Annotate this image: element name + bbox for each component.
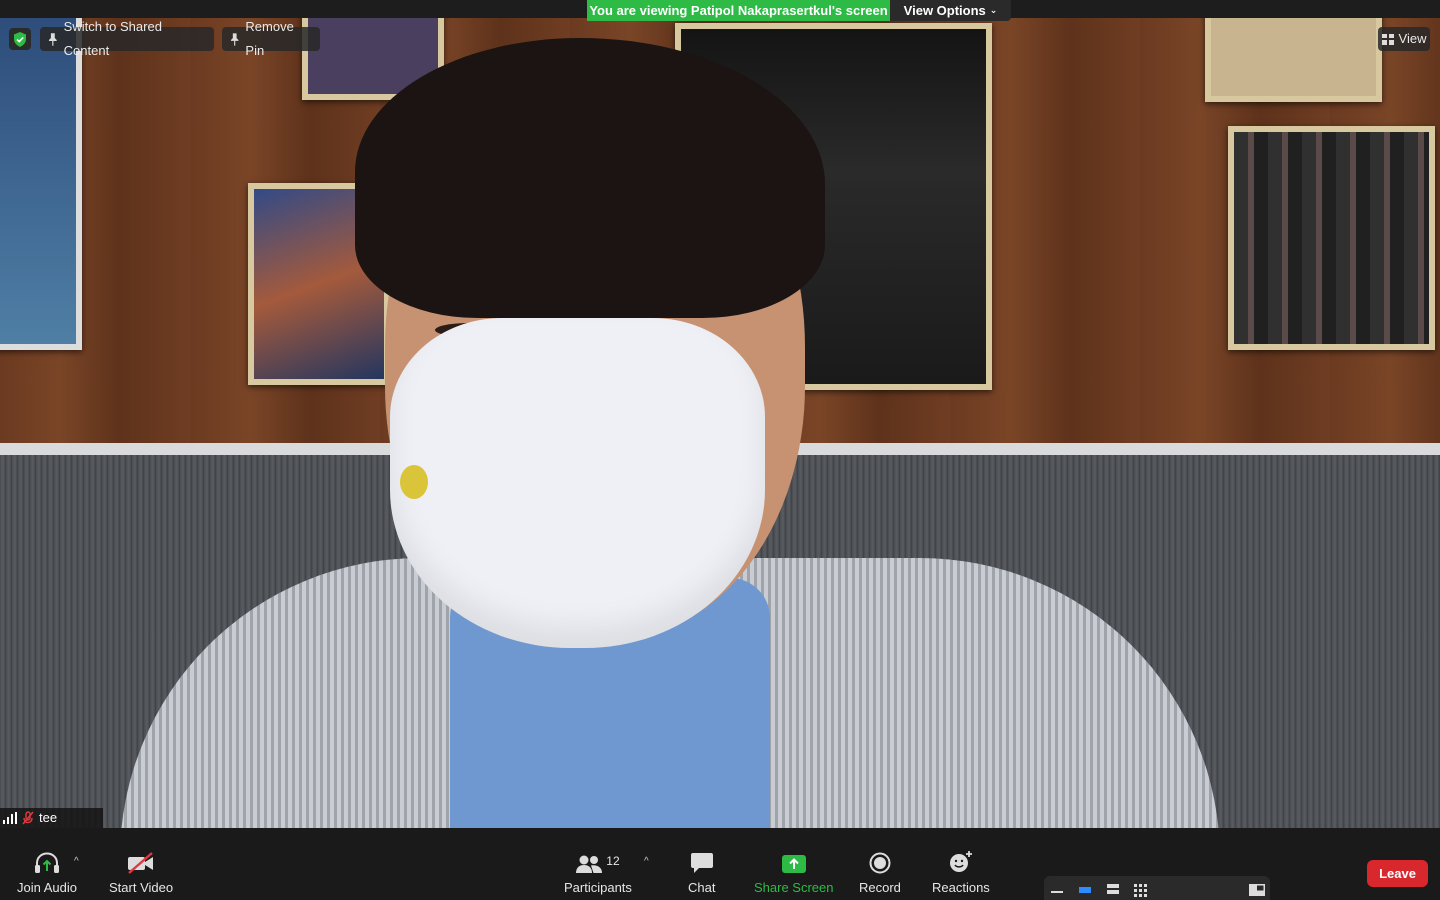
layout-switcher [1044,876,1270,900]
chat-icon [690,853,713,873]
pin-icon [48,32,57,46]
participant-count: 12 [606,854,620,868]
remove-pin-button[interactable]: Remove Pin [222,19,320,58]
chevron-down-icon: ⌄ [989,5,998,15]
switch-to-shared-content-button[interactable]: Switch to Shared Content [40,19,214,58]
view-button[interactable]: View [1378,27,1430,51]
share-screen-label: Share Screen [754,880,834,895]
reactions-button[interactable]: Reactions [932,848,990,895]
viewing-screen-banner: You are viewing Patipol Nakaprasertkul's… [587,0,890,21]
view-options-label: View Options [903,3,986,18]
meeting-toolbar: Join Audio ^ Start Video 12 Participants… [0,828,1440,900]
view-label: View [1398,31,1427,46]
poster-frame-left [0,18,82,350]
reactions-icon [949,851,972,872]
participants-label: Participants [564,880,632,895]
switch-label: Switch to Shared Content [63,19,162,58]
start-video-label: Start Video [109,880,174,895]
share-screen-icon [781,855,806,873]
leave-button[interactable]: Leave [1367,860,1428,887]
poster-frame-top-right [1205,18,1382,102]
join-audio-label: Join Audio [17,880,77,895]
person-face-mask [390,318,765,648]
mic-muted-icon [22,811,34,825]
strip-view-icon[interactable] [1107,884,1119,894]
participants-options-caret[interactable]: ^ [644,856,649,867]
gallery-view-icon[interactable] [1134,884,1148,898]
pop-out-icon[interactable] [1249,884,1265,896]
pin-icon [230,32,239,46]
chat-button[interactable]: Chat [688,848,715,895]
remove-pin-label: Remove Pin [245,19,294,58]
chat-label: Chat [688,880,716,895]
video-off-icon [128,852,154,874]
minimize-icon[interactable] [1051,884,1063,894]
record-label: Record [859,880,901,895]
signal-icon [3,812,17,824]
audio-options-caret[interactable]: ^ [74,856,79,867]
start-video-button[interactable]: Start Video [109,848,173,895]
view-options-button[interactable]: View Options ⌄ [890,0,1011,21]
poster-frame-grid [1228,126,1435,350]
headphones-icon [35,852,59,873]
record-icon [869,852,891,874]
join-audio-button[interactable]: Join Audio [17,848,77,895]
reactions-label: Reactions [932,880,990,895]
video-feed [0,18,1440,828]
participant-name: tee [39,810,58,825]
share-screen-button[interactable]: Share Screen [754,848,834,895]
grid-view-icon [1381,33,1394,45]
participants-icon [576,855,603,873]
record-button[interactable]: Record [859,848,901,895]
mask-logo [400,465,428,499]
participants-button[interactable]: 12 Participants [564,848,632,895]
speaker-view-icon[interactable] [1079,884,1091,894]
shield-check-icon[interactable] [9,28,31,50]
participant-name-tag: tee [0,808,103,828]
